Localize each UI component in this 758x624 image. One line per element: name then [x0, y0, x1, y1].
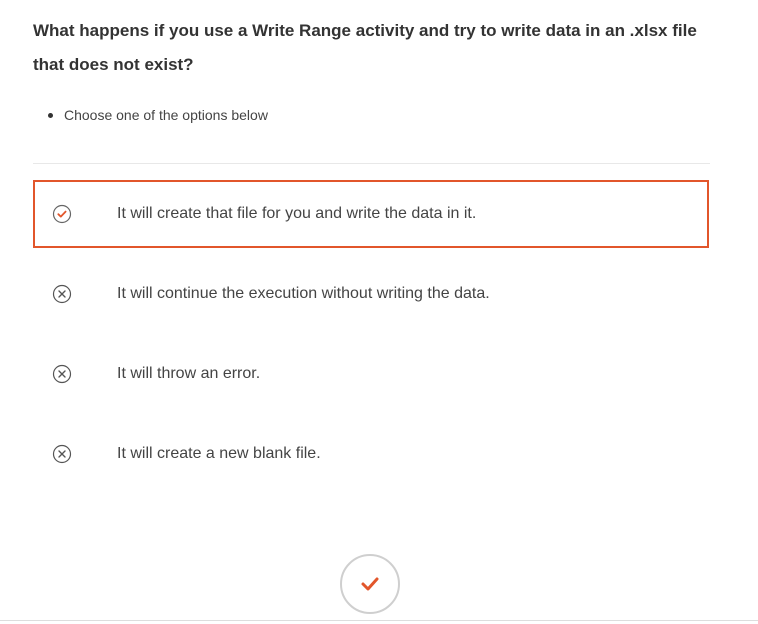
instruction-item: Choose one of the options below: [33, 103, 268, 127]
x-circle-icon: [52, 364, 72, 384]
options-list: It will create that file for you and wri…: [33, 180, 709, 500]
option-label: It will create that file for you and wri…: [117, 205, 477, 222]
option-label: It will throw an error.: [117, 365, 261, 382]
question-text: What happens if you use a Write Range ac…: [33, 21, 697, 74]
option-label: It will create a new blank file.: [117, 445, 321, 462]
option-2[interactable]: It will continue the execution without w…: [33, 260, 709, 328]
quiz-page: What happens if you use a Write Range ac…: [0, 0, 758, 624]
option-1[interactable]: It will create that file for you and wri…: [33, 180, 709, 248]
submit-button[interactable]: [340, 554, 400, 614]
option-label: It will continue the execution without w…: [117, 285, 490, 302]
check-circle-icon: [52, 204, 72, 224]
x-circle-icon: [52, 444, 72, 464]
option-4[interactable]: It will create a new blank file.: [33, 420, 709, 488]
option-3[interactable]: It will throw an error.: [33, 340, 709, 408]
bottom-divider: [0, 620, 758, 621]
instructions-list: Choose one of the options below: [33, 103, 268, 127]
divider: [33, 163, 710, 164]
checkmark-icon: [361, 577, 379, 591]
x-circle-icon: [52, 284, 72, 304]
